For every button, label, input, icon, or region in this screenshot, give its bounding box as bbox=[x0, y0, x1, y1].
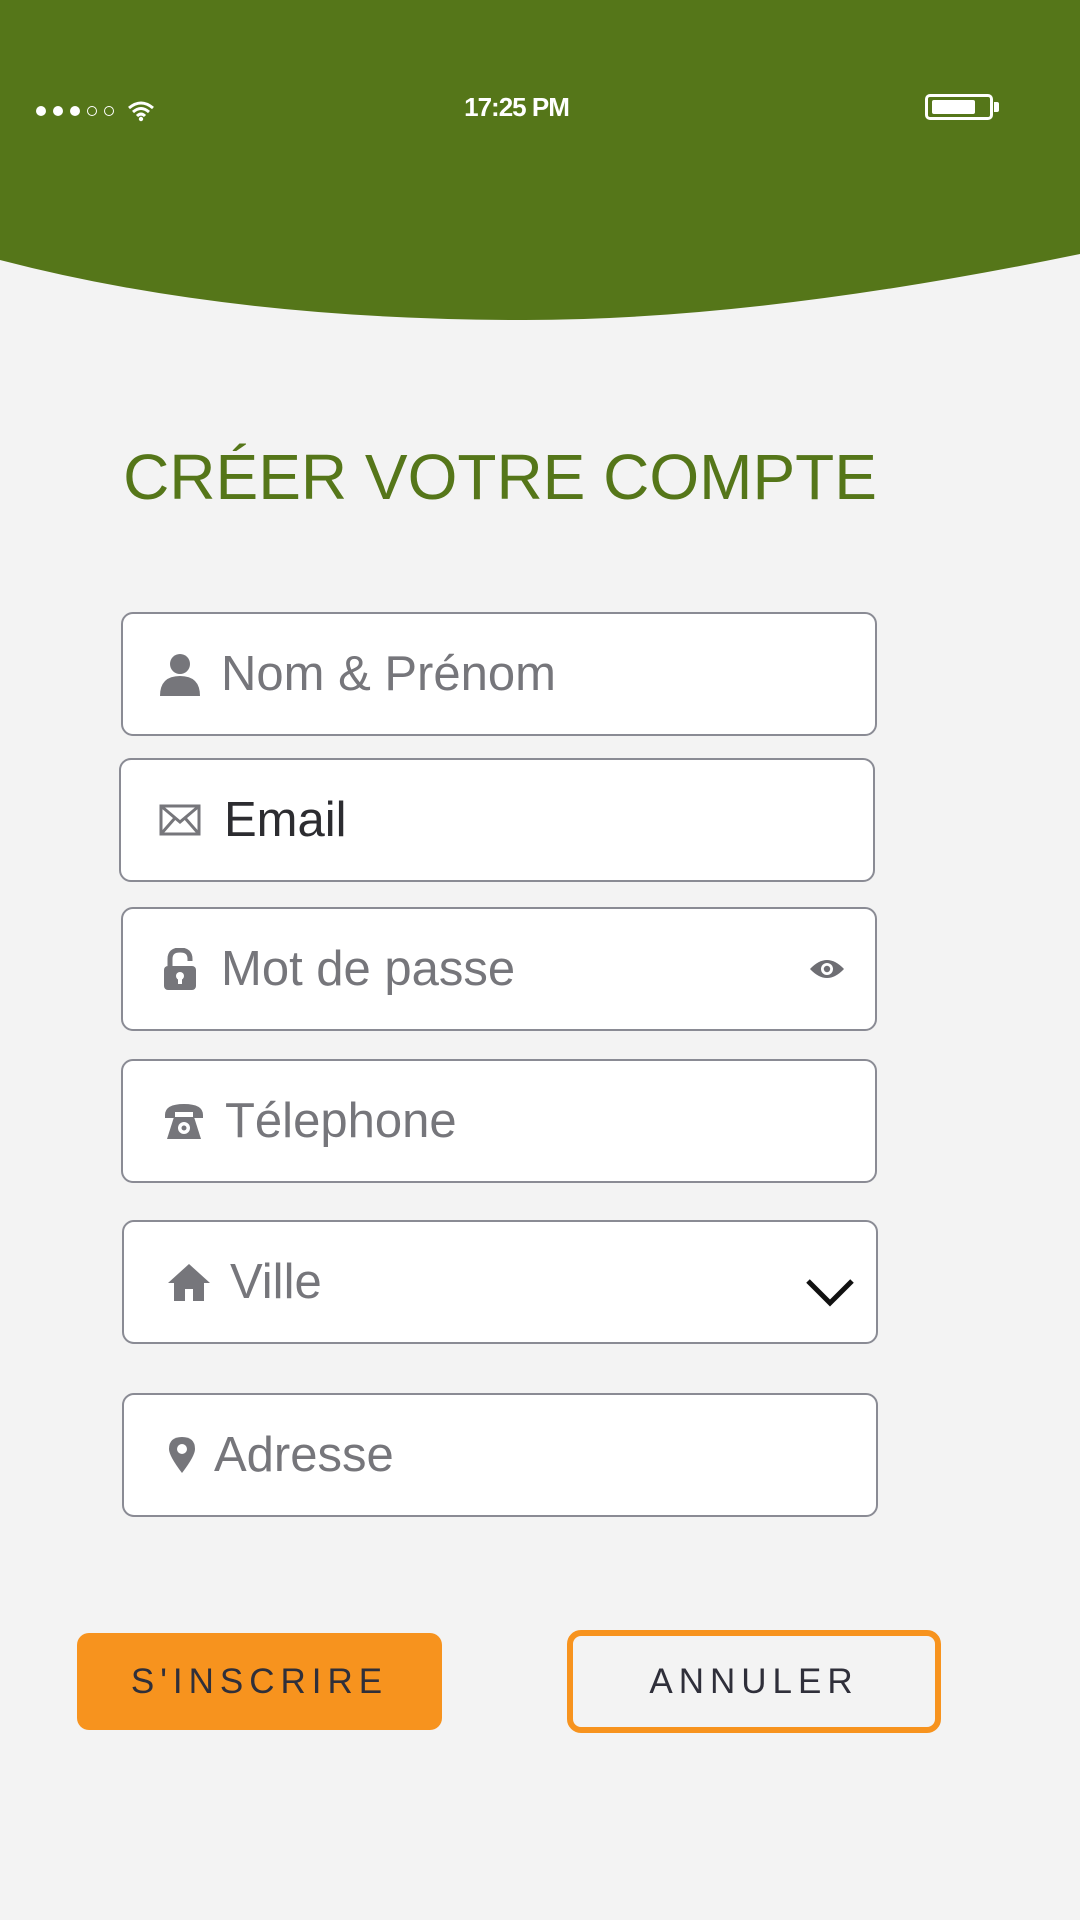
chevron-down-icon[interactable] bbox=[804, 1277, 856, 1309]
email-value: Email bbox=[224, 793, 347, 847]
city-placeholder: Ville bbox=[230, 1255, 322, 1309]
status-time: 17:25 PM bbox=[464, 92, 570, 122]
home-icon bbox=[168, 1263, 210, 1301]
user-icon bbox=[159, 652, 201, 696]
status-bar: 17:25 PM bbox=[0, 0, 1080, 200]
cancel-button[interactable]: ANNULER bbox=[567, 1630, 941, 1733]
name-placeholder: Nom & Prénom bbox=[221, 647, 556, 701]
address-placeholder: Adresse bbox=[214, 1428, 394, 1482]
envelope-icon bbox=[159, 804, 201, 836]
phone-placeholder: Télephone bbox=[225, 1094, 457, 1148]
page-title: CRÉER VOTRE COMPTE bbox=[123, 441, 877, 513]
map-pin-icon bbox=[168, 1436, 196, 1474]
city-select[interactable]: Ville bbox=[122, 1220, 878, 1344]
battery-icon bbox=[925, 94, 999, 120]
phone-field[interactable]: Télephone bbox=[121, 1059, 877, 1183]
phone-icon bbox=[163, 1101, 205, 1141]
email-field[interactable]: Email bbox=[119, 758, 875, 882]
eye-icon[interactable] bbox=[809, 957, 845, 981]
register-button[interactable]: S'INSCRIRE bbox=[77, 1633, 442, 1730]
address-field[interactable]: Adresse bbox=[122, 1393, 878, 1517]
password-field[interactable]: Mot de passe bbox=[121, 907, 877, 1031]
password-placeholder: Mot de passe bbox=[221, 942, 516, 996]
name-field[interactable]: Nom & Prénom bbox=[121, 612, 877, 736]
lock-icon bbox=[163, 948, 197, 990]
